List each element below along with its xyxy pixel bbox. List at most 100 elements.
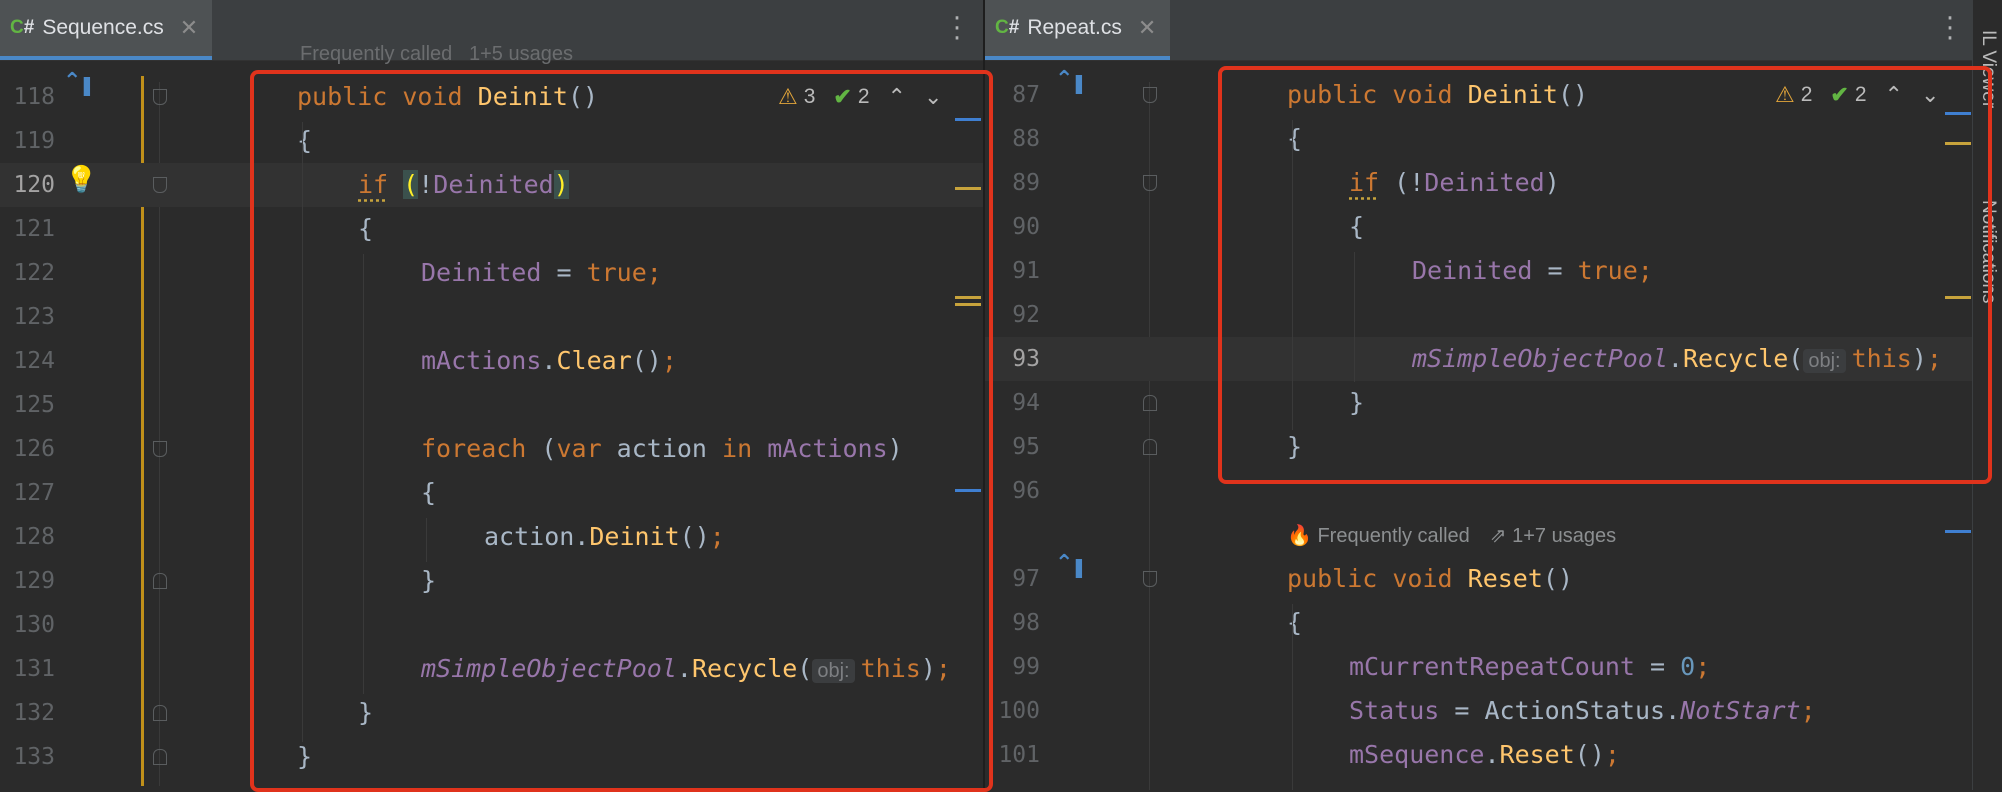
frequently-called-label: Frequently called <box>1317 525 1470 547</box>
code-text: } <box>421 566 437 595</box>
error-stripe-marker[interactable] <box>955 303 981 306</box>
line-number: 124 <box>13 348 55 374</box>
code-line: 130 <box>0 603 983 647</box>
warning-icon: ⚠ <box>778 84 798 109</box>
tab-repeat-cs[interactable]: C# Repeat.cs ✕ <box>985 0 1171 60</box>
indent-guide <box>363 254 364 694</box>
code-lens-frequently-called[interactable]: 🔥 Frequently called <box>1287 523 1470 548</box>
line-number: 118 <box>13 84 55 110</box>
code-line-current: 93 mSimpleObjectPool.Recycle(obj: this); <box>985 337 1972 381</box>
error-stripe-marker[interactable] <box>1945 296 1971 299</box>
check-icon: ✔ <box>1830 82 1849 107</box>
fold-marker[interactable] <box>153 441 167 457</box>
code-lens-usages[interactable]: ⇗ 1+7 usages <box>1490 523 1616 548</box>
code-text: Status = ActionStatus.NotStart; <box>1349 696 1816 725</box>
code-line: 96 <box>985 469 1972 513</box>
line-number: 119 <box>13 128 55 154</box>
fold-marker[interactable] <box>153 89 167 105</box>
fold-marker[interactable] <box>153 749 167 765</box>
code-text: { <box>1287 608 1303 637</box>
code-line: 88 { <box>985 117 1972 161</box>
tab-label: Repeat.cs <box>1027 16 1122 39</box>
inspection-widget[interactable]: ⚠ 2 ✔ 2 ⌃ ⌄ <box>1775 82 1939 108</box>
external-link-icon: ⇗ <box>1489 525 1507 547</box>
code-text: } <box>358 698 374 727</box>
fold-marker[interactable] <box>1143 571 1157 587</box>
chevron-down-icon[interactable]: ⌄ <box>924 84 942 110</box>
code-editor[interactable]: Frequently called 1+5 usages 118 ⌃ ▌ pub… <box>0 43 983 790</box>
code-line: 121 { <box>0 207 983 251</box>
kebab-menu-icon[interactable]: · · · <box>1945 6 1955 52</box>
line-number: 128 <box>13 524 55 550</box>
code-text: } <box>1349 388 1365 417</box>
csharp-file-icon: C# <box>10 17 35 38</box>
line-number: 133 <box>13 744 55 770</box>
code-text: public void Reset() <box>1287 564 1574 593</box>
error-stripe-marker[interactable] <box>955 118 981 121</box>
editor-pane-repeat: C# Repeat.cs ✕ · · · 87 ⌃ ▌ public void De… <box>985 0 1972 790</box>
fold-marker[interactable] <box>153 177 167 193</box>
fold-marker[interactable] <box>1143 175 1157 191</box>
error-stripe-marker[interactable] <box>955 489 981 492</box>
code-lens-usages[interactable]: Frequently called 1+5 usages <box>300 43 573 66</box>
inspection-widget[interactable]: ⚠ 3 ✔ 2 ⌃ ⌄ <box>778 84 942 110</box>
close-icon[interactable]: ✕ <box>180 15 198 41</box>
code-text: { <box>1349 212 1365 241</box>
indent-guide <box>1292 120 1293 430</box>
override-caret-icon[interactable]: ⌃ <box>63 69 81 94</box>
line-number: 132 <box>13 700 55 726</box>
code-line: 118 ⌃ ▌ public void Deinit() ⚠ 3 ✔ 2 ⌃ ⌄ <box>0 69 983 119</box>
error-stripe-marker[interactable] <box>955 187 981 190</box>
code-editor[interactable]: 87 ⌃ ▌ public void Deinit() ⚠ 2 ✔ 2 ⌃ ⌄ 88… <box>985 60 1972 790</box>
code-text: action.Deinit(); <box>484 522 725 551</box>
line-number: 120 <box>13 172 55 198</box>
line-number: 101 <box>998 742 1040 768</box>
code-line: 92 <box>985 293 1972 337</box>
fold-marker[interactable] <box>1143 395 1157 411</box>
parameter-hint: obj: <box>812 659 855 683</box>
override-caret-icon[interactable]: ⌃ <box>1055 551 1073 576</box>
line-number: 125 <box>13 392 55 418</box>
line-number: 126 <box>13 436 55 462</box>
line-number: 98 <box>1012 610 1040 636</box>
close-icon[interactable]: ✕ <box>1138 15 1156 41</box>
line-number: 130 <box>13 612 55 638</box>
error-stripe-marker[interactable] <box>955 296 981 299</box>
code-line: 91 Deinited = true; <box>985 249 1972 293</box>
error-stripe-marker[interactable] <box>1945 112 1971 115</box>
line-number: 94 <box>1012 390 1040 416</box>
code-line: 129 } <box>0 559 983 603</box>
fold-marker[interactable] <box>1143 439 1157 455</box>
parameter-hint: obj: <box>1803 349 1846 373</box>
line-number: 87 <box>1012 82 1040 108</box>
code-text: foreach (var action in mActions) <box>421 434 903 463</box>
chevron-up-icon[interactable]: ⌃ <box>1885 82 1903 108</box>
code-line: 94 } <box>985 381 1972 425</box>
lightbulb-icon[interactable]: 💡 <box>65 165 97 195</box>
fold-marker[interactable] <box>1143 87 1157 103</box>
override-caret-icon[interactable]: ⌃ <box>1055 67 1073 92</box>
line-number: 95 <box>1012 434 1040 460</box>
il-viewer-tool-button[interactable]: IL Viewer <box>1977 30 1999 108</box>
warning-count: 3 <box>803 85 816 108</box>
line-number: 91 <box>1012 258 1040 284</box>
code-line: 122 Deinited = true; <box>0 251 983 295</box>
line-number: 100 <box>998 698 1040 724</box>
code-text: } <box>297 742 313 771</box>
chevron-up-icon[interactable]: ⌃ <box>888 84 906 110</box>
fold-marker[interactable] <box>153 705 167 721</box>
error-stripe-marker[interactable] <box>1945 142 1971 145</box>
code-text: Deinited = true; <box>1412 256 1653 285</box>
fold-marker[interactable] <box>153 573 167 589</box>
code-text: mSimpleObjectPool.Recycle(obj: this); <box>1412 344 1942 373</box>
code-line: 127 { <box>0 471 983 515</box>
notifications-tool-button[interactable]: Notifications <box>1977 200 1999 304</box>
code-text: { <box>1287 124 1303 153</box>
error-stripe-marker[interactable] <box>1945 530 1971 533</box>
chevron-down-icon[interactable]: ⌄ <box>1921 82 1939 108</box>
kebab-menu-icon[interactable]: · · · <box>952 6 962 52</box>
code-line: 89 if (!Deinited) <box>985 161 1972 205</box>
tab-sequence-cs[interactable]: C# Sequence.cs ✕ <box>0 0 213 60</box>
code-line: 126 foreach (var action in mActions) <box>0 427 983 471</box>
code-line: 100 Status = ActionStatus.NotStart; <box>985 689 1972 733</box>
